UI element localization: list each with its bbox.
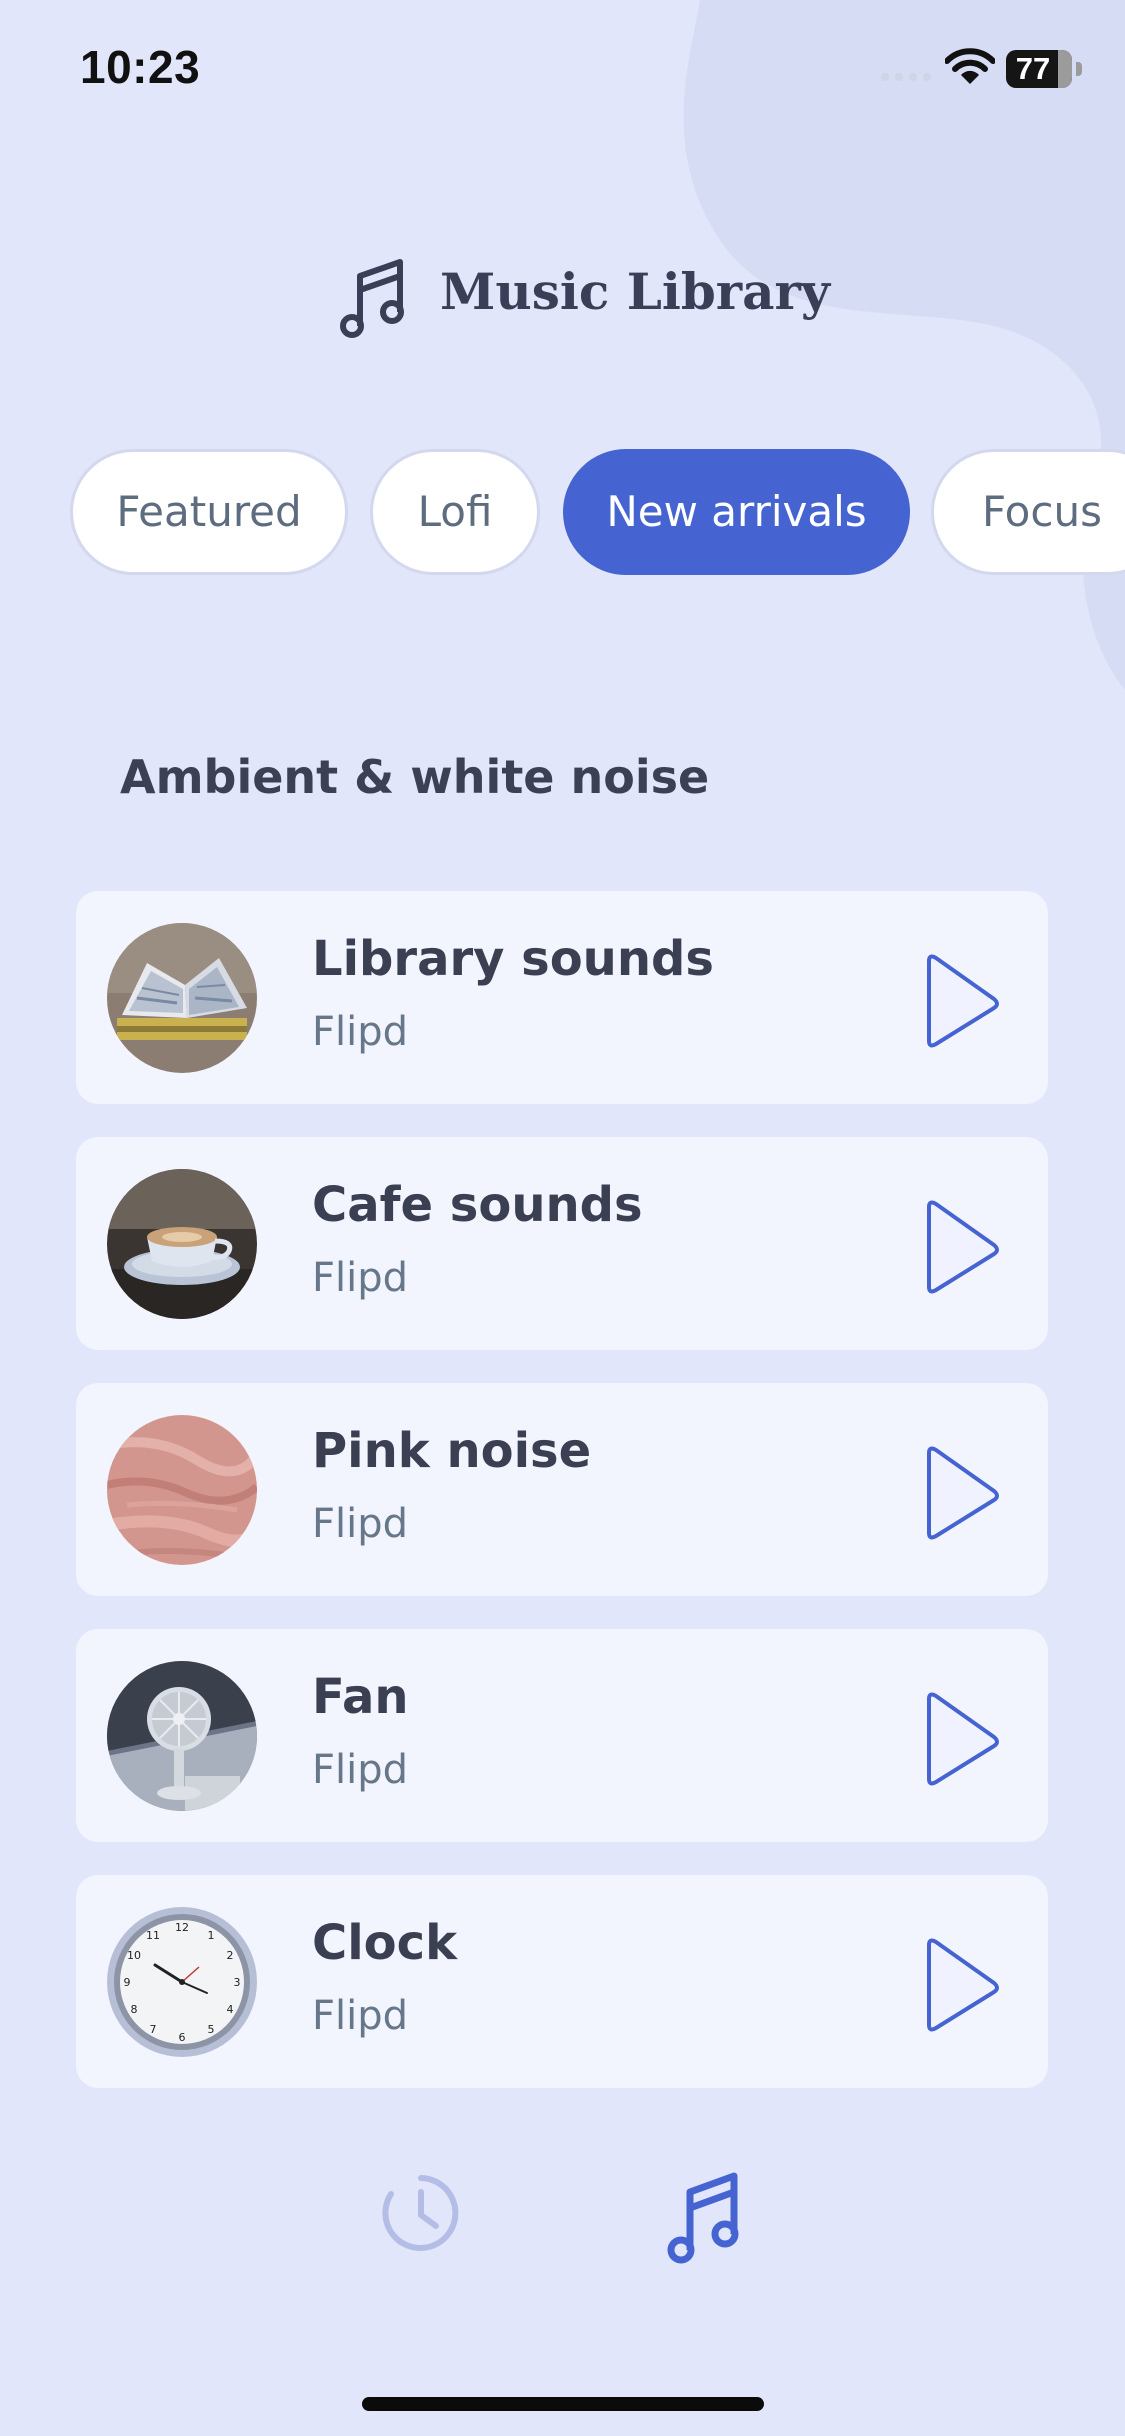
svg-text:1: 1 xyxy=(208,1929,215,1942)
bottom-nav xyxy=(0,2160,1125,2300)
play-icon[interactable] xyxy=(899,946,1009,1056)
play-icon[interactable] xyxy=(899,1438,1009,1548)
svg-text:11: 11 xyxy=(146,1929,160,1942)
play-icon[interactable] xyxy=(899,1930,1009,2040)
track-card-cafe-sounds[interactable]: Cafe sounds Flipd xyxy=(76,1137,1048,1350)
coffee-cup-photo xyxy=(107,1169,257,1319)
tab-lofi[interactable]: Lofi xyxy=(370,449,540,575)
play-icon[interactable] xyxy=(899,1192,1009,1302)
track-artist: Flipd xyxy=(312,1501,409,1547)
pink-marble-photo xyxy=(107,1415,257,1565)
status-time: 10:23 xyxy=(80,41,201,93)
status-bar: 10:23 77 xyxy=(0,0,1125,140)
wall-clock-photo: 12 1 2 3 4 5 6 7 8 9 10 11 xyxy=(107,1907,257,2057)
music-note-icon[interactable] xyxy=(654,2160,764,2270)
track-artist: Flipd xyxy=(312,1747,409,1793)
tab-focus[interactable]: Focus xyxy=(931,449,1125,575)
battery-empty-area xyxy=(1058,50,1072,88)
svg-text:6: 6 xyxy=(179,2031,186,2044)
track-title: Clock xyxy=(312,1915,458,1971)
wifi-icon xyxy=(945,48,995,84)
track-title: Pink noise xyxy=(312,1423,592,1479)
svg-text:5: 5 xyxy=(208,2023,215,2036)
track-title: Library sounds xyxy=(312,931,714,987)
svg-text:10: 10 xyxy=(127,1949,141,1962)
track-card-pink-noise[interactable]: Pink noise Flipd xyxy=(76,1383,1048,1596)
header: Music Library xyxy=(0,240,1125,350)
section-title: Ambient & white noise xyxy=(120,750,710,804)
cellular-signal-icon xyxy=(881,73,931,81)
home-indicator[interactable] xyxy=(362,2397,764,2411)
track-card-library-sounds[interactable]: Library sounds Flipd xyxy=(76,891,1048,1104)
battery-level: 77 xyxy=(1015,51,1051,86)
timer-icon[interactable] xyxy=(366,2160,476,2270)
track-artist: Flipd xyxy=(312,1993,409,2039)
track-title: Fan xyxy=(312,1669,409,1725)
track-artist: Flipd xyxy=(312,1255,409,1301)
track-title: Cafe sounds xyxy=(312,1177,643,1233)
battery-body: 77 xyxy=(1006,50,1072,88)
track-card-clock[interactable]: 12 1 2 3 4 5 6 7 8 9 10 11 Clock Flipd xyxy=(76,1875,1048,2088)
battery-icon: 77 xyxy=(1006,50,1082,88)
tab-featured[interactable]: Featured xyxy=(70,449,348,575)
svg-text:8: 8 xyxy=(131,2003,138,2016)
music-note-icon xyxy=(340,259,404,338)
svg-text:7: 7 xyxy=(150,2023,157,2036)
book-photo xyxy=(107,923,257,1073)
desk-fan-photo xyxy=(107,1661,257,1811)
category-tabs: Featured Lofi New arrivals Focus xyxy=(0,447,1125,581)
battery-cap xyxy=(1076,62,1082,76)
play-icon[interactable] xyxy=(899,1684,1009,1794)
svg-text:2: 2 xyxy=(227,1949,234,1962)
track-artist: Flipd xyxy=(312,1009,409,1055)
svg-text:3: 3 xyxy=(234,1976,241,1989)
track-card-fan[interactable]: Fan Flipd xyxy=(76,1629,1048,1842)
page-title: Music Library xyxy=(440,262,830,321)
svg-text:4: 4 xyxy=(227,2003,234,2016)
svg-text:12: 12 xyxy=(175,1921,189,1934)
svg-text:9: 9 xyxy=(124,1976,131,1989)
track-list: Library sounds Flipd Cafe sounds Flipd P… xyxy=(76,891,1048,2121)
tab-new-arrivals[interactable]: New arrivals xyxy=(563,449,910,575)
